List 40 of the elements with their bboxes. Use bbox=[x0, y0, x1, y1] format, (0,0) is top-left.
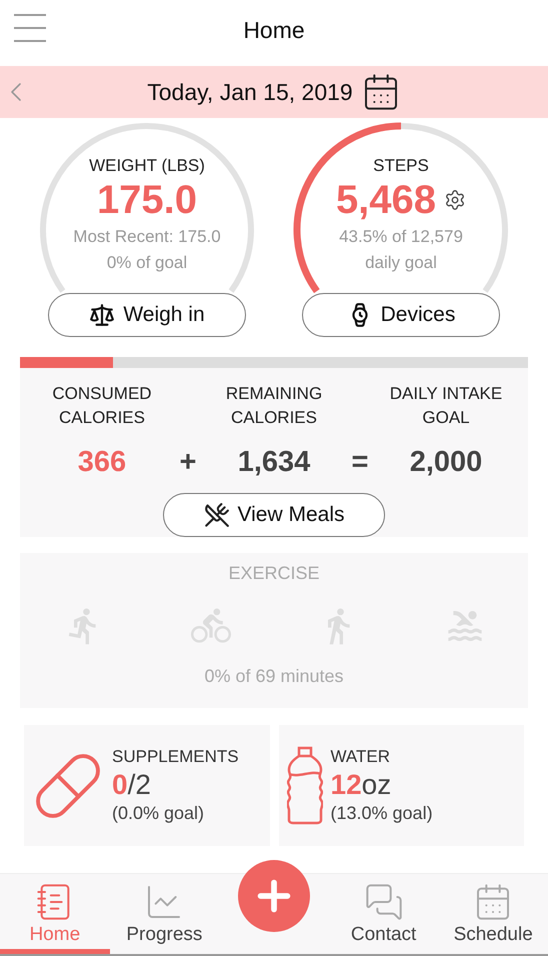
calorie-label: DAILY INTAKE GOAL bbox=[388, 383, 504, 429]
nav-tab[interactable]: Contact bbox=[328, 874, 438, 954]
exercise-summary: 0% of 69 minutes bbox=[204, 666, 344, 687]
tile-title: SUPPLEMENTS bbox=[112, 747, 239, 767]
gauge-caption: 43.5% of 12,579 bbox=[339, 226, 463, 248]
tile-note: (0.0% goal) bbox=[112, 803, 206, 824]
water-bottle-icon bbox=[286, 746, 322, 826]
nav-tab[interactable]: Progress bbox=[110, 874, 220, 954]
gauge-caption: Most Recent: 175.0 bbox=[73, 226, 221, 248]
gauge-value: 175.0 bbox=[96, 177, 198, 224]
scale-icon bbox=[89, 302, 116, 328]
tile-note: (13.0% goal) bbox=[330, 803, 433, 824]
calorie-value: 2,000 bbox=[408, 445, 484, 479]
gauge-title: WEIGHT (LBS) bbox=[89, 156, 205, 176]
calorie-label: CONSUMED CALORIES bbox=[51, 383, 153, 429]
tile-value: 12oz bbox=[330, 768, 392, 802]
menu-button[interactable] bbox=[14, 14, 46, 42]
view-meals-button[interactable]: View Meals bbox=[163, 493, 385, 537]
settings-icon[interactable] bbox=[444, 189, 466, 211]
tracker-tile[interactable]: WATER 12oz (13.0% goal) bbox=[278, 725, 524, 846]
gauge-caption: 0% of goal bbox=[106, 252, 188, 274]
chat-bubbles-icon bbox=[364, 882, 404, 922]
tile-title: WATER bbox=[330, 747, 391, 767]
calorie-value: 1,634 bbox=[236, 445, 312, 479]
gauge-value: 5,468 bbox=[336, 177, 436, 224]
gauge-title: STEPS bbox=[373, 156, 429, 176]
tile-value: 0/2 bbox=[112, 768, 152, 802]
date-label: Today, Jan 15, 2019 bbox=[147, 78, 353, 106]
utensils-icon bbox=[204, 502, 230, 528]
operator-sign: + bbox=[178, 445, 198, 479]
gauge-button[interactable]: Devices bbox=[302, 293, 500, 337]
tracker-tile[interactable]: SUPPLEMENTS 0/2 (0.0% goal) bbox=[24, 725, 270, 846]
nav-tab[interactable]: Schedule bbox=[438, 874, 548, 954]
page-title: Home bbox=[243, 16, 305, 44]
exercise-title: EXERCISE bbox=[228, 563, 320, 584]
operator-sign: = bbox=[350, 445, 370, 479]
calorie-value: 366 bbox=[76, 445, 128, 479]
gauge-button[interactable]: Weigh in bbox=[48, 293, 246, 337]
gauge-caption: daily goal bbox=[365, 252, 437, 274]
calorie-label: REMAINING CALORIES bbox=[224, 383, 324, 429]
